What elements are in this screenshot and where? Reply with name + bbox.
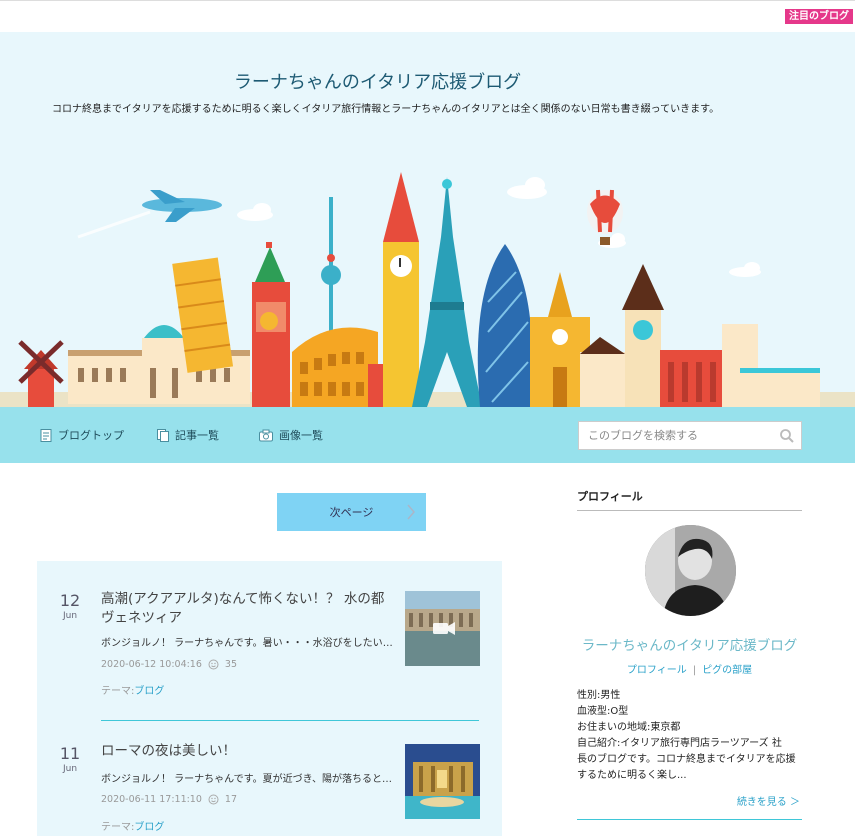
entry-day: 12 [59,591,81,610]
nav-blog-top[interactable]: ブログトップ [40,427,124,443]
entry-list: 12 Jun 高潮(アクアアルタ)なんて怖くない！？ 水の都 ヴェネツィア ボン… [37,561,502,836]
entry-date: 12 Jun [51,591,89,621]
video-camera-icon [433,622,455,635]
next-page-button[interactable]: 次ページ [277,493,426,531]
smiley-icon[interactable] [208,794,219,805]
entry-meta: 2020-06-12 10:04:16 35 [101,659,237,670]
search-icon[interactable] [779,428,795,444]
entry-theme: テーマ:ブログ [101,818,164,833]
profile-blog-name-link[interactable]: ラーナちゃんのイタリア応援ブログ [577,634,802,654]
entry-theme-label: テーマ: [101,686,135,697]
nav-blog-top-label: ブログトップ [58,429,124,442]
sidebar-divider [577,819,802,820]
profile-links: プロフィール | ピグの部屋 [577,661,802,676]
entry-divider [101,720,479,721]
profile-gender: 性別:男性 [577,690,621,701]
entry-theme: テーマ:ブログ [101,682,164,697]
profile-region: お住まいの地域:東京都 [577,722,681,733]
entry-theme-link[interactable]: ブログ [134,822,164,833]
entry-theme-label: テーマ: [101,822,135,833]
entry-meta: 2020-06-11 17:11:10 17 [101,794,237,805]
blog-search-input[interactable] [579,422,769,449]
airplane-icon [77,190,222,239]
entry-like-count: 17 [224,794,237,805]
read-more-link[interactable]: 続きを見る ＞ [737,793,800,808]
entry-day: 11 [59,744,81,763]
profile-info: 性別:男性 血液型:O型 お住まいの地域:東京都 自己紹介:イタリア旅行専門店ラ… [577,688,802,784]
profile-link[interactable]: プロフィール [627,665,687,676]
entry-datetime: 2020-06-12 10:04:16 [101,659,202,670]
nav-article-list-label: 記事一覧 [175,429,219,442]
entry-thumbnail-venice[interactable] [405,591,480,666]
entry-title-link[interactable]: ローマの夜は美しい！ [101,742,391,761]
profile-intro-line: 自己紹介:イタリア旅行専門店ラーツアーズ 社 [577,738,782,749]
copy-icon [157,428,169,442]
gherkin-building-icon [477,244,533,407]
nav-image-list-label: 画像一覧 [279,429,323,442]
profile-intro-line: 長のブログです。コロナ終息までイタリアを応援 [577,754,796,765]
castle-icon [722,324,820,407]
entry-like-count: 35 [224,659,237,670]
entry-thumbnail-rome-night[interactable] [405,744,480,819]
link-separator: | [692,665,697,676]
smiley-icon[interactable] [208,659,219,670]
camera-icon [259,429,273,441]
sidebar-profile: プロフィール ラーナちゃんのイタリア応援ブログ プロフィール | ピグの部屋 性別:… [577,488,802,820]
document-icon [40,428,52,442]
entry-month: Jun [62,611,78,621]
featured-blogs-badge[interactable]: 注目のブログ [785,9,853,24]
kremlin-tower-icon [252,242,290,407]
profile-intro-line: するために明るく楽し... [577,770,687,781]
nav-image-list[interactable]: 画像一覧 [259,427,323,443]
entry-excerpt: ボンジョルノ！ ラーナちゃんです。夏が近づき、陽が落ちると涼しく・・・ [101,774,393,785]
top-bar: 注目のブログ [0,0,855,32]
colosseum-icon [292,327,378,407]
blog-header: ラーナちゃんのイタリア応援ブログ コロナ終息までイタリアを応援するために明るく楽… [0,32,855,407]
pigg-room-link[interactable]: ピグの部屋 [702,665,752,676]
blog-search-box [578,421,802,450]
landmark-skyline-illustration [0,172,855,407]
entry-title-link[interactable]: 高潮(アクアアルタ)なんて怖くない！？ 水の都 ヴェネツィア [101,590,391,628]
eiffel-tower-icon [412,177,482,407]
big-ben-icon [383,172,419,407]
profile-blood-type: 血液型:O型 [577,706,629,717]
avatar[interactable] [645,525,736,616]
entry-datetime: 2020-06-11 17:11:10 [101,794,202,805]
entry-theme-link[interactable]: ブログ [134,686,164,697]
entry-month: Jun [62,764,78,774]
chevron-right-icon [407,504,415,520]
next-page-label: 次ページ [329,506,374,519]
entry-date: 11 Jun [51,744,89,774]
nav-article-list[interactable]: 記事一覧 [157,427,219,443]
entry-excerpt: ボンジョルノ！ ラーナちゃんです。暑い・・・水浴びをしたいくらいです・・・ [101,638,393,649]
global-nav: ブログトップ 記事一覧 画像一覧 [0,407,855,463]
profile-heading: プロフィール [577,488,802,511]
